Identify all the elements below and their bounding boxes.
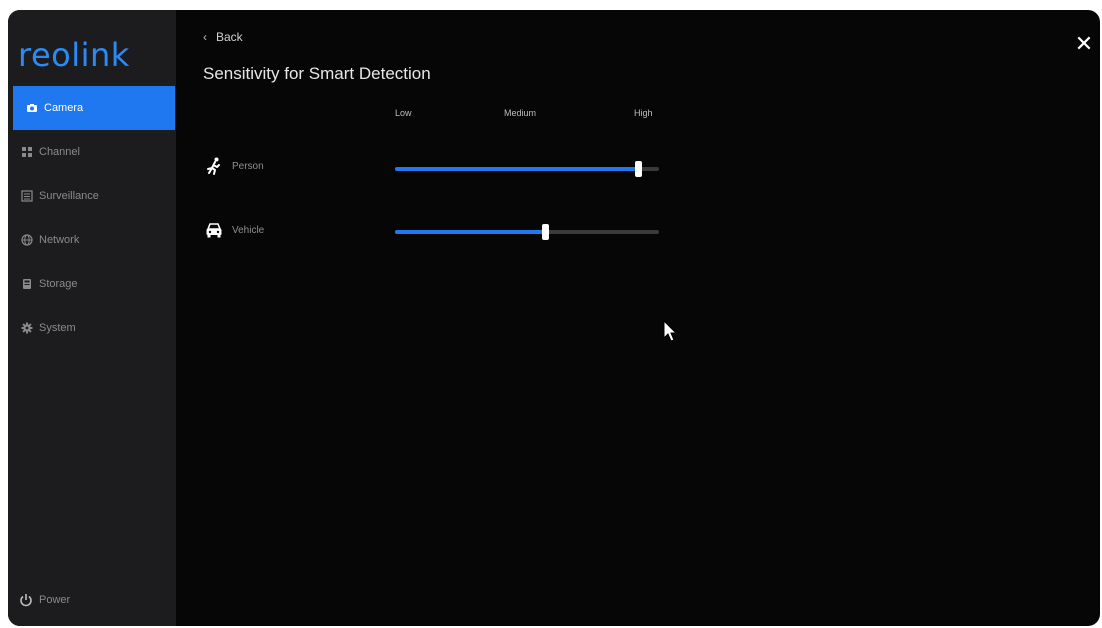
person-slider-thumb[interactable] — [634, 161, 642, 177]
sidebar-item-label: Channel — [39, 146, 80, 158]
vehicle-label: Vehicle — [232, 224, 265, 236]
scale-label-low: Low — [395, 108, 412, 118]
sidebar-item-label: Network — [39, 234, 80, 246]
close-icon[interactable]: ✕ — [1074, 33, 1094, 55]
app-window: reolink Camera Channel Surveillance Netw… — [8, 10, 1100, 626]
sidebar: reolink Camera Channel Surveillance Netw… — [8, 10, 176, 626]
storage-icon — [21, 278, 33, 290]
sidebar-item-label: Storage — [39, 278, 78, 290]
chevron-left-icon: ‹ — [203, 30, 207, 44]
sidebar-item-label: Surveillance — [39, 190, 99, 202]
power-icon — [20, 594, 32, 607]
sidebar-item-label: System — [39, 322, 76, 334]
person-row-label: Person — [204, 156, 264, 176]
camera-icon — [26, 102, 38, 114]
sidebar-item-system[interactable]: System — [8, 308, 176, 348]
page-title: Sensitivity for Smart Detection — [203, 64, 431, 83]
vehicle-slider-fill — [395, 230, 546, 234]
back-button[interactable]: ‹ Back — [203, 30, 243, 44]
scale-label-high: High — [634, 108, 653, 118]
network-icon — [21, 234, 33, 246]
sidebar-item-camera[interactable]: Camera — [13, 86, 175, 130]
person-sensitivity-slider[interactable] — [395, 161, 659, 177]
surveillance-icon — [21, 190, 33, 202]
power-label: Power — [39, 594, 71, 606]
scale-label-medium: Medium — [504, 108, 537, 118]
vehicle-sensitivity-slider[interactable] — [395, 224, 659, 240]
reolink-logo: reolink — [18, 36, 130, 74]
power-button[interactable]: Power — [18, 592, 70, 608]
person-slider-fill — [395, 167, 638, 171]
sidebar-item-surveillance[interactable]: Surveillance — [8, 176, 176, 216]
sidebar-item-network[interactable]: Network — [8, 220, 176, 260]
sidebar-item-storage[interactable]: Storage — [8, 264, 176, 304]
back-label: Back — [216, 30, 243, 44]
person-running-icon — [207, 157, 220, 175]
vehicle-slider-thumb[interactable] — [542, 224, 550, 240]
sidebar-item-channel[interactable]: Channel — [8, 132, 176, 172]
vehicle-row-label: Vehicle — [204, 220, 264, 240]
person-label: Person — [232, 160, 264, 172]
system-gear-icon — [21, 322, 33, 334]
channel-icon — [21, 146, 33, 158]
mouse-cursor-icon — [663, 320, 678, 342]
main-panel: ‹ Back Sensitivity for Smart Detection L… — [176, 10, 1100, 626]
car-icon — [206, 223, 222, 238]
sidebar-item-label: Camera — [44, 102, 84, 114]
